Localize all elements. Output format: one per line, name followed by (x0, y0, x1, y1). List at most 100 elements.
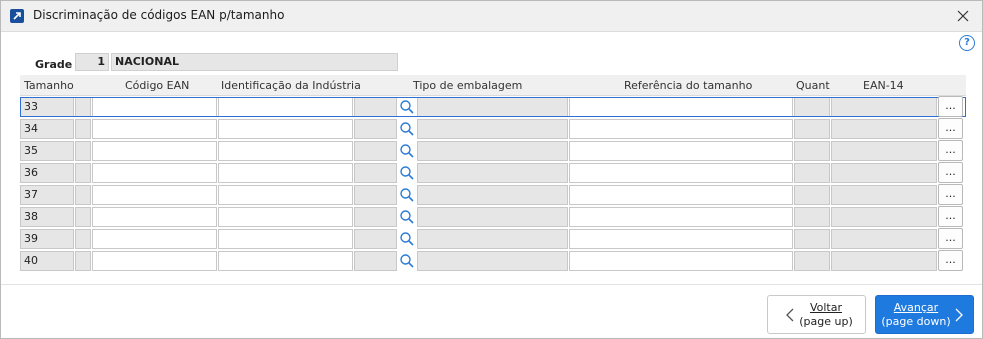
quant-cell (794, 119, 830, 139)
header-ean: Código EAN (125, 79, 190, 92)
size-cell: 35 (20, 141, 74, 161)
industry-id-input[interactable] (218, 163, 353, 183)
header-packaging: Tipo de embalagem (413, 79, 523, 92)
more-button[interactable]: ... (938, 184, 963, 205)
packaging-code-cell (354, 163, 397, 183)
industry-id-input[interactable] (218, 141, 353, 161)
industry-id-input[interactable] (218, 251, 353, 271)
ean-input[interactable] (92, 185, 217, 205)
flag-cell (75, 251, 91, 271)
quant-cell (794, 251, 830, 271)
flag-cell (75, 141, 91, 161)
packaging-code-cell (354, 119, 397, 139)
table-row: 35... (20, 140, 966, 162)
packaging-desc-cell (417, 251, 568, 271)
table-row: 34... (20, 118, 966, 140)
flag-cell (75, 163, 91, 183)
size-ref-input[interactable] (569, 97, 793, 117)
table-row: 39... (20, 228, 966, 250)
more-button[interactable]: ... (938, 96, 963, 117)
size-cell: 37 (20, 185, 74, 205)
dialog-window: Discriminação de códigos EAN p/tamanho ?… (0, 0, 983, 339)
packaging-desc-cell (417, 163, 568, 183)
search-icon[interactable] (399, 231, 415, 247)
packaging-code-cell (354, 207, 397, 227)
quant-cell (794, 97, 830, 117)
packaging-code-cell (354, 229, 397, 249)
more-button[interactable]: ... (938, 118, 963, 139)
grade-label: Grade (35, 58, 73, 71)
ean-input[interactable] (92, 97, 217, 117)
size-cell: 34 (20, 119, 74, 139)
more-button[interactable]: ... (938, 228, 963, 249)
next-button[interactable]: Avançar (page down) (875, 295, 974, 334)
packaging-code-cell (354, 251, 397, 271)
back-button-label: Voltar (809, 301, 843, 314)
industry-id-input[interactable] (218, 119, 353, 139)
industry-id-input[interactable] (218, 229, 353, 249)
footer-divider (1, 284, 982, 285)
size-ref-input[interactable] (569, 251, 793, 271)
close-button[interactable] (952, 5, 974, 27)
size-ref-input[interactable] (569, 141, 793, 161)
industry-id-input[interactable] (218, 97, 353, 117)
ean-input[interactable] (92, 141, 217, 161)
search-icon[interactable] (399, 143, 415, 159)
ean-input[interactable] (92, 163, 217, 183)
quant-cell (794, 207, 830, 227)
search-icon[interactable] (399, 165, 415, 181)
ean-input[interactable] (92, 251, 217, 271)
size-cell: 39 (20, 229, 74, 249)
search-icon[interactable] (399, 187, 415, 203)
more-button[interactable]: ... (938, 162, 963, 183)
grade-code-field: 1 (75, 53, 109, 71)
ean14-cell (831, 207, 937, 227)
arrow-up-right-icon (10, 9, 24, 23)
packaging-code-cell (354, 97, 397, 117)
packaging-desc-cell (417, 185, 568, 205)
ean-input[interactable] (92, 229, 217, 249)
ean14-cell (831, 141, 937, 161)
packaging-code-cell (354, 141, 397, 161)
ean14-cell (831, 97, 937, 117)
table-header: Tamanho Código EAN Identificação da Indú… (20, 75, 966, 96)
size-cell: 38 (20, 207, 74, 227)
grade-name-field: NACIONAL (111, 53, 398, 71)
more-button[interactable]: ... (938, 206, 963, 227)
ean14-cell (831, 119, 937, 139)
table-row: 38... (20, 206, 966, 228)
more-button[interactable]: ... (938, 140, 963, 161)
next-button-hint: (page down) (881, 315, 951, 328)
more-button[interactable]: ... (938, 250, 963, 271)
size-ref-input[interactable] (569, 207, 793, 227)
search-icon[interactable] (399, 209, 415, 225)
size-ref-input[interactable] (569, 229, 793, 249)
flag-cell (75, 97, 91, 117)
ean14-cell (831, 185, 937, 205)
back-button-hint: (page up) (799, 315, 853, 328)
industry-id-input[interactable] (218, 207, 353, 227)
size-ref-input[interactable] (569, 119, 793, 139)
size-ref-input[interactable] (569, 163, 793, 183)
industry-id-input[interactable] (218, 185, 353, 205)
search-icon[interactable] (399, 121, 415, 137)
ean-input[interactable] (92, 119, 217, 139)
ean-input[interactable] (92, 207, 217, 227)
back-button[interactable]: Voltar (page up) (767, 295, 866, 334)
packaging-desc-cell (417, 141, 568, 161)
help-icon[interactable]: ? (959, 35, 975, 51)
ean14-cell (831, 251, 937, 271)
table-row: 37... (20, 184, 966, 206)
size-ref-input[interactable] (569, 185, 793, 205)
table-row: 40... (20, 250, 966, 272)
packaging-desc-cell (417, 119, 568, 139)
flag-cell (75, 229, 91, 249)
quant-cell (794, 163, 830, 183)
size-cell: 33 (20, 97, 74, 117)
size-cell: 36 (20, 163, 74, 183)
search-icon[interactable] (399, 99, 415, 115)
search-icon[interactable] (399, 253, 415, 269)
header-industry-id: Identificação da Indústria (221, 79, 361, 92)
packaging-desc-cell (417, 207, 568, 227)
close-icon (957, 10, 969, 22)
